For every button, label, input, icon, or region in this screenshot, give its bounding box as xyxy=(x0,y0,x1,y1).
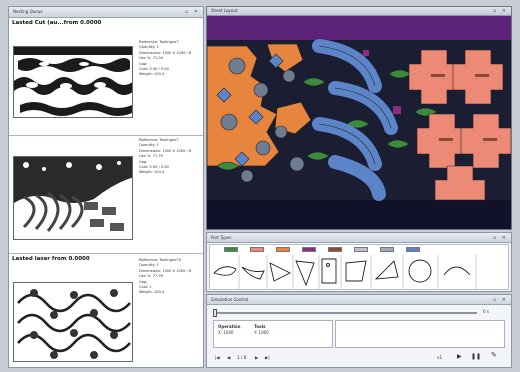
panel-window-buttons[interactable]: ▫ ✕ xyxy=(185,9,200,15)
record-icon[interactable]: ✎ xyxy=(491,351,497,359)
part-color-swatch[interactable] xyxy=(406,247,420,252)
sheet-thumbnail[interactable] xyxy=(13,282,133,362)
canvas-title: Sheet Layout xyxy=(211,8,238,13)
prev-button[interactable]: ◀ xyxy=(227,355,230,360)
part-shapes[interactable] xyxy=(210,255,510,289)
canvas-titlebar: Sheet Layout ▫ ✕ xyxy=(207,7,511,16)
queue-titlebar: Nesting Queue ▫ ✕ xyxy=(9,7,203,18)
operation-box: Operation Tools X: 1000 Y: 1000 xyxy=(213,320,333,348)
sheet-info: Reference: Toolingno70 Quantity: 1 Dimen… xyxy=(139,258,201,296)
col2-title: Tools xyxy=(254,324,266,329)
part-color-swatch[interactable] xyxy=(354,247,368,252)
simulation-slider-track[interactable] xyxy=(213,312,477,314)
row1-b: Y: 1000 xyxy=(254,330,269,335)
sheet-header: Lasted Cut (au...from 0.0000 xyxy=(12,20,102,26)
next-button[interactable]: ▶ xyxy=(255,355,258,360)
sheet-info: Reference: Toolingno7 Quantity: 1 Dimens… xyxy=(139,40,201,78)
sheet-thumbnail[interactable] xyxy=(13,156,133,240)
panel-window-buttons[interactable]: ▫ ✕ xyxy=(493,235,508,241)
panel-window-buttons[interactable]: ▫ ✕ xyxy=(493,297,508,303)
app-window: Nesting Queue ▫ ✕ Lasted Cut (au...from … xyxy=(0,0,520,372)
info-weight: Weight: 100.4 xyxy=(139,290,165,295)
nesting-canvas[interactable]: Sheet Layout ▫ ✕ xyxy=(206,6,512,230)
sim-titlebar: Simulation Control ▫ ✕ xyxy=(207,295,511,305)
sheet-info: Reference: Toolingno7 Quantity: 1 Dimens… xyxy=(139,138,201,176)
sheet-thumbnail[interactable] xyxy=(13,46,133,118)
parts-title: Part Types xyxy=(211,235,232,240)
info-weight: Weight: 100.4 xyxy=(139,170,165,175)
play-icon[interactable]: ▶ xyxy=(457,353,462,360)
part-color-swatch[interactable] xyxy=(276,247,290,252)
sheet-entry-2[interactable]: Reference: Toolingno7 Quantity: 1 Dimens… xyxy=(9,136,203,254)
info-weight: Weight: 100.4 xyxy=(139,72,165,77)
sheet-preview-graphic xyxy=(14,283,132,361)
sheet-entry-3[interactable]: Lasted laser from 0.0000 Reference: Tool… xyxy=(9,254,203,366)
part-color-swatch[interactable] xyxy=(302,247,316,252)
col1-title: Operation xyxy=(218,324,241,329)
page-indicator: 1 / 8 xyxy=(237,355,247,360)
sheet-entry-1[interactable]: Lasted Cut (au...from 0.0000 Reference: … xyxy=(9,18,203,136)
panel-window-buttons[interactable]: ▫ ✕ xyxy=(493,8,508,14)
last-button[interactable]: ▶| xyxy=(265,355,270,360)
simulation-panel: Simulation Control ▫ ✕ 0 s Operation Too… xyxy=(206,294,512,368)
part-color-swatch[interactable] xyxy=(224,247,238,252)
row1-a: X: 1000 xyxy=(218,330,234,335)
sim-title: Simulation Control xyxy=(211,297,249,302)
part-color-swatch[interactable] xyxy=(250,247,264,252)
nesting-layout-graphic[interactable] xyxy=(207,16,512,230)
part-types-panel: Part Types ▫ ✕ xyxy=(206,232,512,292)
pause-icon[interactable]: ❚❚ xyxy=(471,353,481,360)
speed-label: x1 xyxy=(437,355,443,360)
part-types-list xyxy=(209,244,509,290)
sheet-preview-graphic xyxy=(14,157,132,239)
sheet-preview-graphic xyxy=(14,47,132,117)
part-color-swatch[interactable] xyxy=(380,247,394,252)
simulation-slider-thumb[interactable] xyxy=(213,309,217,317)
nesting-queue-panel: Nesting Queue ▫ ✕ Lasted Cut (au...from … xyxy=(8,6,204,368)
part-color-swatch[interactable] xyxy=(328,247,342,252)
queue-title: Nesting Queue xyxy=(13,9,43,14)
first-button[interactable]: |◀ xyxy=(215,355,220,360)
slider-value: 0 s xyxy=(483,309,489,314)
parts-titlebar: Part Types ▫ ✕ xyxy=(207,233,511,243)
simulation-output xyxy=(335,320,505,348)
